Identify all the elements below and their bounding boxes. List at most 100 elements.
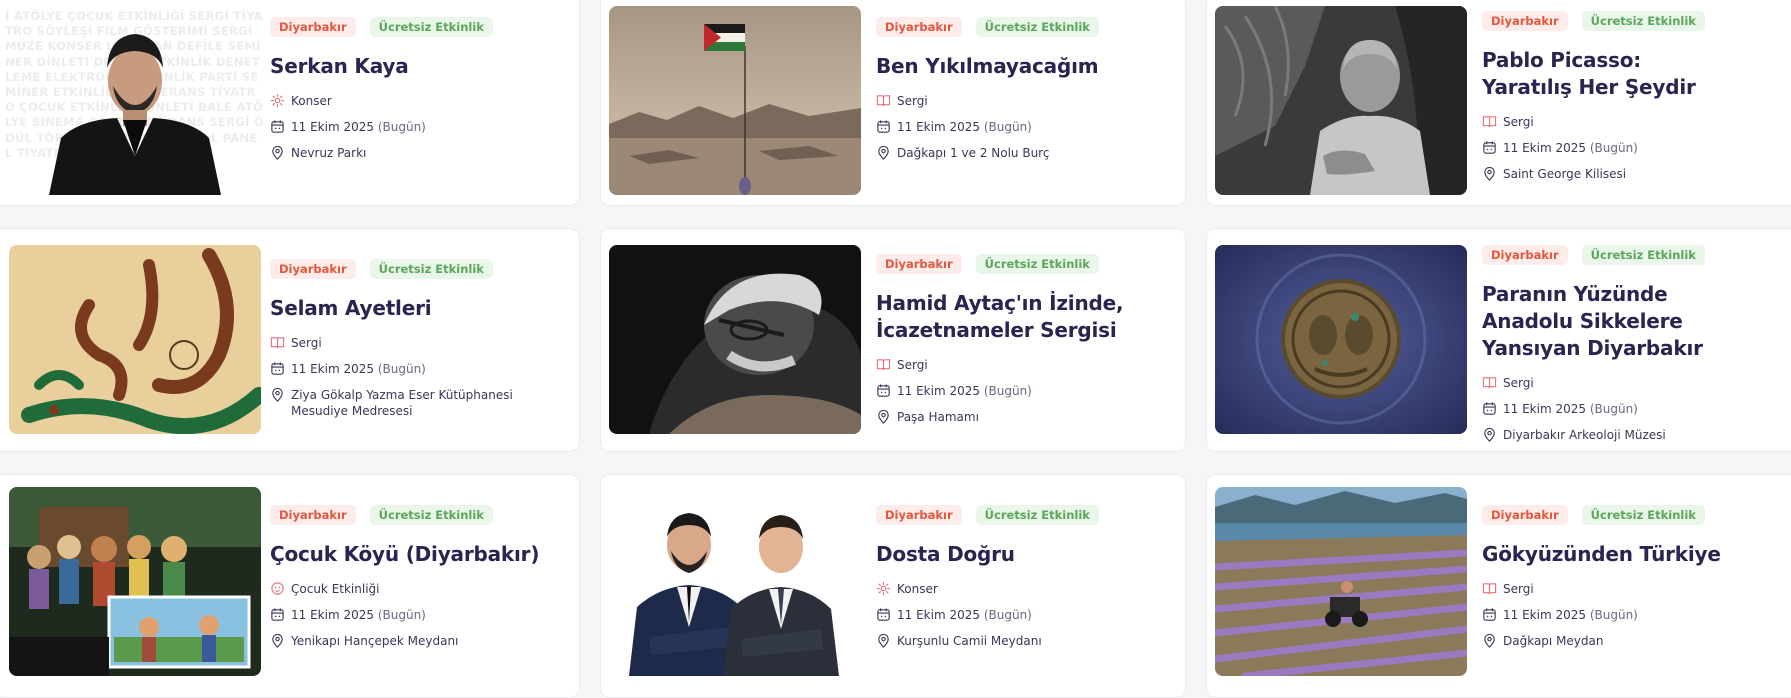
venue-name[interactable]: Kurşunlu Camii Meydanı — [897, 633, 1042, 649]
venue-row: Diyarbakır Arkeoloji Müzesi — [1482, 427, 1791, 443]
venue-name[interactable]: Dağkapı Meydan — [1503, 633, 1603, 649]
venue-row: Kurşunlu Camii Meydanı — [876, 633, 1171, 649]
today-label: (Bugün) — [983, 120, 1032, 134]
location-pin-icon — [1482, 166, 1497, 181]
event-grid: İ ATÖLYE ÇOCUK ETKİNLİĞİ SERGİ TİYATRO S… — [0, 0, 1791, 698]
event-image[interactable] — [609, 6, 861, 195]
city-tag[interactable]: Diyarbakır — [876, 17, 962, 37]
event-info: Diyarbakır Ücretsiz Etkinlik Çocuk Köyü … — [270, 505, 565, 659]
today-label: (Bugün) — [1589, 402, 1638, 416]
category-row: Çocuk Etkinliği — [270, 581, 565, 597]
free-event-tag[interactable]: Ücretsiz Etkinlik — [1581, 11, 1705, 31]
category-row: Konser — [876, 581, 1171, 597]
category-row: Sergi — [1482, 114, 1791, 130]
event-card[interactable]: Diyarbakır Ücretsiz Etkinlik Ben Yıkılma… — [600, 0, 1186, 206]
event-image[interactable] — [609, 487, 861, 676]
event-date: 11 Ekim 2025 — [291, 608, 374, 622]
event-card[interactable]: Diyarbakır Ücretsiz Etkinlik Dosta Doğru… — [600, 474, 1186, 698]
event-card[interactable]: Diyarbakır Ücretsiz Etkinlik Çocuk Köyü … — [0, 474, 580, 698]
event-info: Diyarbakır Ücretsiz Etkinlik Gökyüzünden… — [1482, 505, 1791, 659]
venue-name[interactable]: Yenikapı Hançepek Meydanı — [291, 633, 458, 649]
free-event-tag[interactable]: Ücretsiz Etkinlik — [975, 254, 1099, 274]
free-event-tag[interactable]: Ücretsiz Etkinlik — [975, 505, 1099, 525]
category-row: Konser — [270, 93, 565, 109]
city-tag[interactable]: Diyarbakır — [1482, 505, 1568, 525]
today-label: (Bugün) — [983, 384, 1032, 398]
free-event-tag[interactable]: Ücretsiz Etkinlik — [369, 505, 493, 525]
venue-row: Paşa Hamamı — [876, 409, 1171, 425]
city-tag[interactable]: Diyarbakır — [876, 254, 962, 274]
event-title[interactable]: Pablo Picasso: Yaratılış Her Şeydir — [1482, 47, 1732, 101]
event-date: 11 Ekim 2025 — [897, 608, 980, 622]
event-title[interactable]: Dosta Doğru — [876, 541, 1171, 568]
event-info: Diyarbakır Ücretsiz Etkinlik Hamid Aytaç… — [876, 254, 1171, 435]
event-title[interactable]: Hamid Aytaç'ın İzinde, İcazetnameler Ser… — [876, 290, 1126, 344]
city-tag[interactable]: Diyarbakır — [270, 259, 356, 279]
city-tag[interactable]: Diyarbakır — [1482, 245, 1568, 265]
event-image[interactable] — [1215, 487, 1467, 676]
event-title[interactable]: Gökyüzünden Türkiye — [1482, 541, 1791, 568]
today-label: (Bugün) — [377, 608, 426, 622]
event-title[interactable]: Selam Ayetleri — [270, 295, 565, 322]
location-pin-icon — [876, 633, 891, 648]
category-row: Sergi — [1482, 375, 1791, 391]
event-card[interactable]: Diyarbakır Ücretsiz Etkinlik Selam Ayetl… — [0, 228, 580, 452]
category-label: Sergi — [1503, 376, 1534, 390]
city-tag[interactable]: Diyarbakır — [270, 17, 356, 37]
date-row: 11 Ekim 2025 (Bugün) — [270, 361, 565, 377]
category-row: Sergi — [270, 335, 565, 351]
calendar-icon — [1482, 401, 1497, 416]
city-tag[interactable]: Diyarbakır — [270, 505, 356, 525]
location-pin-icon — [876, 145, 891, 160]
category-label: Sergi — [1503, 115, 1534, 129]
event-title[interactable]: Ben Yıkılmayacağım — [876, 53, 1171, 80]
venue-name[interactable]: Nevruz Parkı — [291, 145, 366, 161]
event-card[interactable]: Diyarbakır Ücretsiz Etkinlik Pablo Picas… — [1206, 0, 1791, 206]
location-pin-icon — [1482, 633, 1497, 648]
free-event-tag[interactable]: Ücretsiz Etkinlik — [1581, 245, 1705, 265]
event-info: Diyarbakır Ücretsiz Etkinlik Paranın Yüz… — [1482, 245, 1791, 451]
category-row: Sergi — [876, 357, 1171, 373]
event-image[interactable] — [1215, 245, 1467, 434]
book-icon — [1482, 114, 1497, 129]
today-label: (Bugün) — [983, 608, 1032, 622]
calendar-icon — [1482, 607, 1497, 622]
date-row: 11 Ekim 2025 (Bugün) — [876, 119, 1171, 135]
event-image[interactable] — [1215, 6, 1467, 195]
today-label: (Bugün) — [377, 120, 426, 134]
event-card[interactable]: İ ATÖLYE ÇOCUK ETKİNLİĞİ SERGİ TİYATRO S… — [0, 0, 580, 206]
event-card[interactable]: Diyarbakır Ücretsiz Etkinlik Hamid Aytaç… — [600, 228, 1186, 452]
venue-row: Ziya Gökalp Yazma Eser Kütüphanesi Mesud… — [270, 387, 565, 419]
venue-name[interactable]: Dağkapı 1 ve 2 Nolu Burç — [897, 145, 1049, 161]
event-card[interactable]: Diyarbakır Ücretsiz Etkinlik Gökyüzünden… — [1206, 474, 1791, 698]
venue-name[interactable]: Ziya Gökalp Yazma Eser Kütüphanesi Mesud… — [291, 387, 541, 419]
date-row: 11 Ekim 2025 (Bugün) — [270, 607, 565, 623]
today-label: (Bugün) — [1589, 141, 1638, 155]
event-title[interactable]: Çocuk Köyü (Diyarbakır) — [270, 541, 565, 568]
date-row: 11 Ekim 2025 (Bugün) — [1482, 401, 1791, 417]
event-image[interactable] — [9, 6, 261, 195]
location-pin-icon — [1482, 427, 1497, 442]
free-event-tag[interactable]: Ücretsiz Etkinlik — [369, 259, 493, 279]
free-event-tag[interactable]: Ücretsiz Etkinlik — [369, 17, 493, 37]
venue-name[interactable]: Paşa Hamamı — [897, 409, 979, 425]
event-image[interactable] — [9, 245, 261, 434]
event-date: 11 Ekim 2025 — [291, 362, 374, 376]
city-tag[interactable]: Diyarbakır — [1482, 11, 1568, 31]
event-image[interactable] — [9, 487, 261, 676]
event-image[interactable] — [609, 245, 861, 434]
city-tag[interactable]: Diyarbakır — [876, 505, 962, 525]
venue-name[interactable]: Saint George Kilisesi — [1503, 166, 1626, 182]
calendar-icon — [1482, 140, 1497, 155]
event-card[interactable]: Diyarbakır Ücretsiz Etkinlik Paranın Yüz… — [1206, 228, 1791, 452]
event-title[interactable]: Serkan Kaya — [270, 53, 565, 80]
book-icon — [270, 335, 285, 350]
location-pin-icon — [270, 633, 285, 648]
calendar-icon — [270, 119, 285, 134]
venue-name[interactable]: Diyarbakır Arkeoloji Müzesi — [1503, 427, 1666, 443]
location-pin-icon — [270, 387, 285, 402]
free-event-tag[interactable]: Ücretsiz Etkinlik — [1581, 505, 1705, 525]
free-event-tag[interactable]: Ücretsiz Etkinlik — [975, 17, 1099, 37]
event-title[interactable]: Paranın Yüzünde Anadolu Sikkelere Yansıy… — [1482, 281, 1742, 362]
music-icon — [876, 581, 891, 596]
